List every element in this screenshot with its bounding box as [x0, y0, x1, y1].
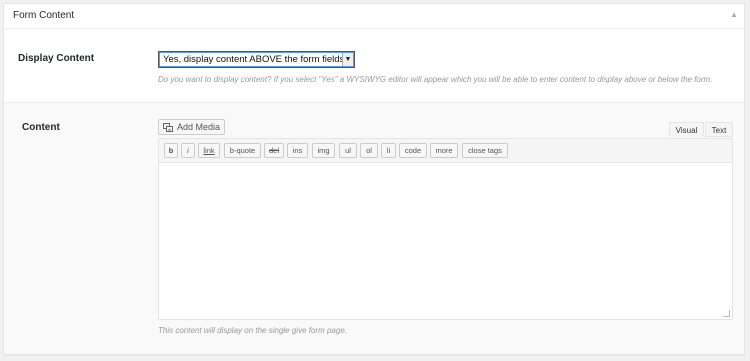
- qt-code-button[interactable]: code: [399, 143, 427, 158]
- content-description: This content will display on the single …: [158, 326, 347, 335]
- tab-visual[interactable]: Visual: [669, 122, 704, 137]
- resize-handle-icon[interactable]: [723, 310, 730, 317]
- display-content-select[interactable]: Yes, display content ABOVE the form fiel…: [158, 51, 355, 68]
- content-textarea[interactable]: [159, 163, 732, 319]
- qt-bold-button[interactable]: b: [164, 143, 178, 158]
- quicktags-toolbar: b i link b-quote del ins img ul ol li co…: [159, 139, 732, 163]
- content-editor: b i link b-quote del ins img ul ol li co…: [158, 138, 733, 320]
- qt-link-button[interactable]: link: [198, 143, 220, 158]
- qt-close-tags-button[interactable]: close tags: [462, 143, 508, 158]
- media-icon: [163, 123, 173, 132]
- qt-ins-button[interactable]: ins: [287, 143, 308, 158]
- content-label: Content: [22, 122, 60, 133]
- qt-ul-button[interactable]: ul: [339, 143, 357, 158]
- qt-more-button[interactable]: more: [430, 143, 458, 158]
- metabox-header[interactable]: Form Content ▲: [4, 4, 744, 29]
- select-value: Yes, display content ABOVE the form fiel…: [163, 54, 345, 65]
- chevron-down-icon[interactable]: ▼: [342, 53, 353, 66]
- tab-text[interactable]: Text: [705, 122, 733, 137]
- qt-italic-button[interactable]: i: [181, 143, 195, 158]
- qt-li-button[interactable]: li: [381, 143, 396, 158]
- collapse-arrow-icon[interactable]: ▲: [729, 10, 739, 20]
- qt-bquote-button[interactable]: b-quote: [224, 143, 261, 158]
- metabox-title: Form Content: [13, 10, 75, 21]
- display-content-label: Display Content: [18, 53, 95, 64]
- form-content-metabox: Form Content ▲ Display Content Yes, disp…: [3, 3, 745, 355]
- qt-img-button[interactable]: img: [312, 143, 335, 158]
- display-content-description: Do you want to display content? If you s…: [158, 75, 713, 84]
- add-media-button[interactable]: Add Media: [158, 119, 225, 135]
- qt-del-button[interactable]: del: [264, 143, 284, 158]
- add-media-label: Add Media: [177, 122, 221, 132]
- qt-ol-button[interactable]: ol: [360, 143, 378, 158]
- content-row: Content Add Media Visual Text b i link b…: [4, 102, 744, 354]
- display-content-row: Display Content Yes, display content ABO…: [4, 30, 744, 102]
